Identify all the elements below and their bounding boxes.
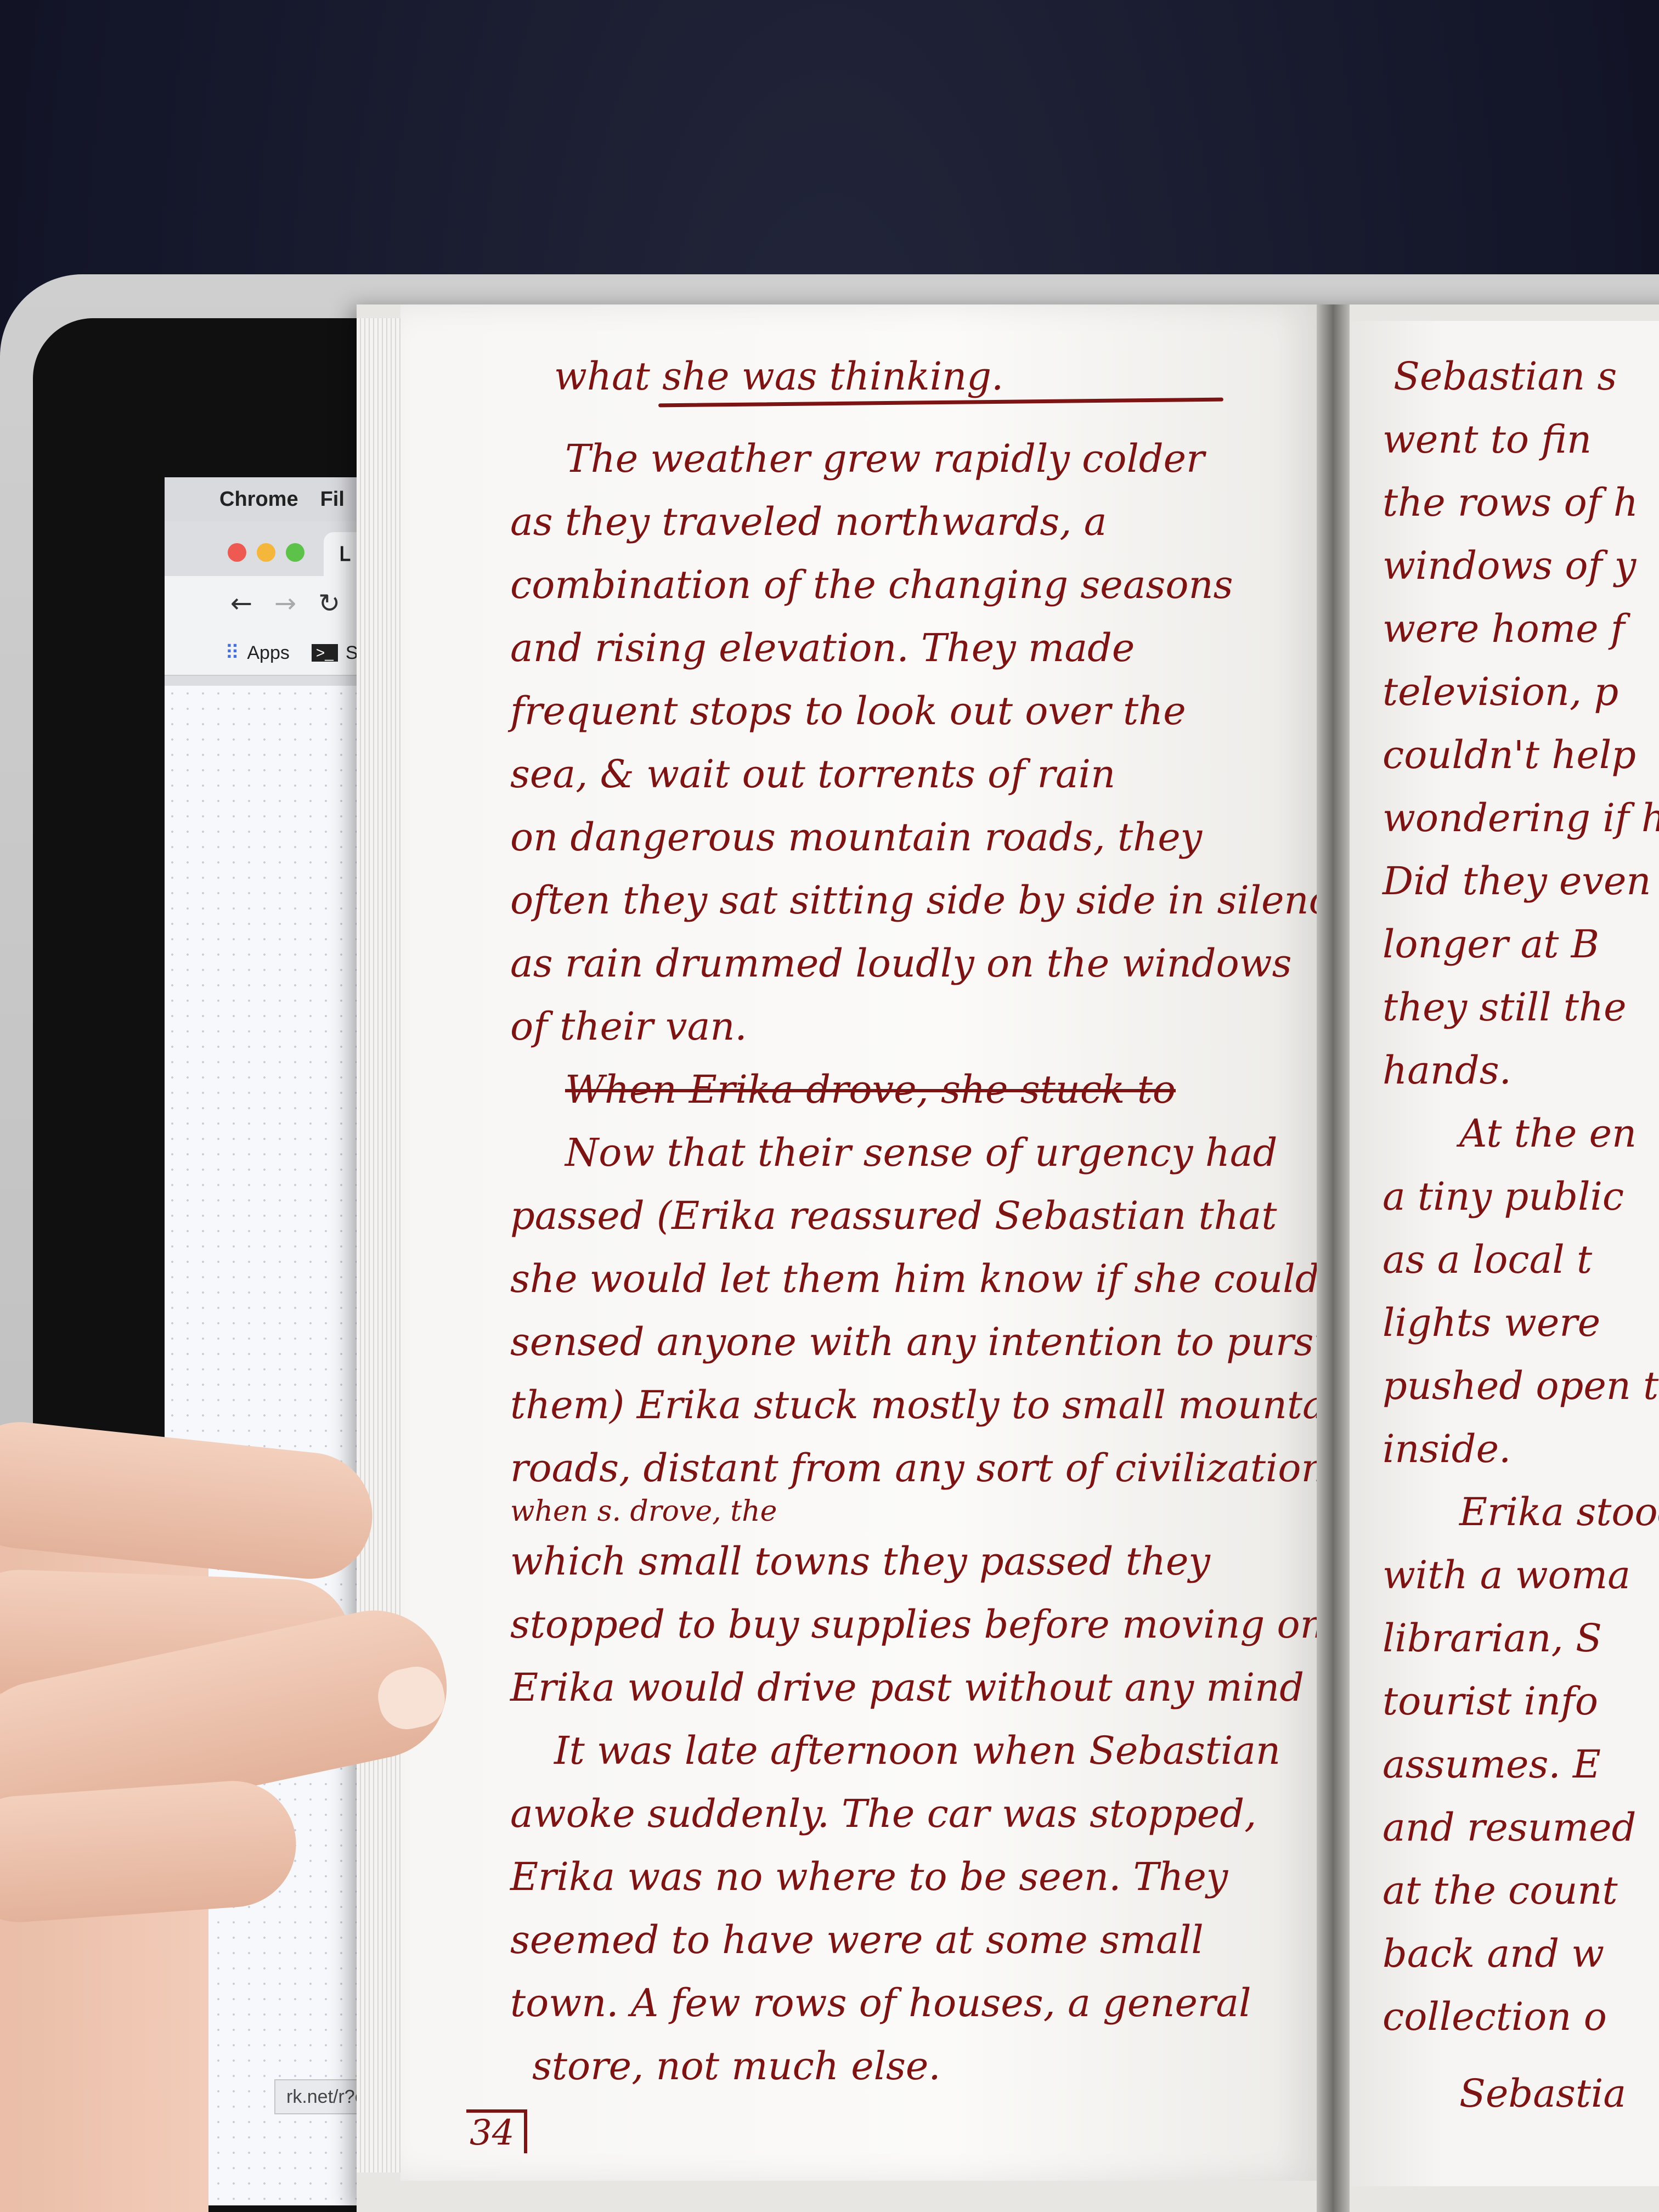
handwritten-line: seemed to have were at some small [510, 1917, 1204, 1962]
menu-file[interactable]: Fil [320, 488, 345, 511]
handwritten-line: television, p [1383, 669, 1619, 714]
handwritten-line-crossed-out: When Erika drove, she stuck to [565, 1067, 1176, 1112]
handwritten-line: were home f [1383, 606, 1625, 651]
handwritten-line: tourist info [1383, 1679, 1599, 1724]
notebook: what she was thinking. The weather grew … [357, 304, 1659, 2212]
handwritten-line: sea, & wait out torrents of rain [510, 752, 1116, 797]
close-window-icon[interactable] [228, 543, 246, 562]
handwritten-line: sensed anyone with any intention to purs… [510, 1319, 1361, 1364]
zoom-window-icon[interactable] [286, 543, 304, 562]
handwritten-line: longer at B [1383, 922, 1600, 967]
handwritten-line: often they sat sitting side by side in s… [510, 878, 1353, 923]
handwritten-line: at the count [1383, 1868, 1618, 1913]
handwritten-line: frequent stops to look out over the [510, 689, 1186, 733]
back-arrow-icon[interactable]: ← [219, 588, 263, 619]
handwritten-line: a tiny public [1383, 1174, 1624, 1219]
minimize-window-icon[interactable] [257, 543, 275, 562]
handwritten-line: they still the [1383, 985, 1627, 1030]
handwritten-line: went to fin [1383, 417, 1592, 462]
handwritten-line: wondering if h [1383, 795, 1659, 840]
handwritten-line: collection o [1383, 1994, 1607, 2039]
left-notebook-page: what she was thinking. The weather grew … [400, 304, 1362, 2181]
handwritten-line: on dangerous mountain roads, they [510, 815, 1203, 860]
handwritten-line: stopped to buy supplies before moving on… [510, 1602, 1338, 1647]
apps-grid-icon: ⠿ [225, 641, 240, 664]
handwritten-line: Sebastia [1459, 2071, 1627, 2116]
handwritten-line: It was late afternoon when Sebastian [554, 1728, 1281, 1773]
handwritten-line: combination of the changing seasons [510, 562, 1233, 607]
handwritten-line: At the en [1459, 1111, 1637, 1156]
terminal-icon: >_ [311, 644, 338, 662]
handwritten-line: hands. [1383, 1048, 1511, 1093]
page-stack-edge [357, 318, 406, 2172]
handwritten-line: of their van. [510, 1004, 747, 1049]
handwritten-line: as rain drummed loudly on the windows [510, 941, 1292, 986]
bookmark-apps-label: Apps [247, 642, 290, 663]
forward-arrow-icon[interactable]: → [263, 588, 307, 619]
reload-icon[interactable]: ↻ [307, 588, 351, 619]
handwritten-line: town. A few rows of houses, a general [510, 1980, 1251, 2025]
page-number: 34 [466, 2109, 528, 2153]
handwritten-line: passed (Erika reassured Sebastian that [510, 1193, 1277, 1238]
handwritten-line: them) Erika stuck mostly to small mounta… [510, 1383, 1363, 1427]
handwritten-line: awoke suddenly. The car was stopped, [510, 1791, 1257, 1836]
handwritten-line: pushed open t [1383, 1363, 1659, 1408]
handwritten-line: librarian, S [1383, 1616, 1602, 1661]
handwritten-line: Erika would drive past without any mind [510, 1665, 1305, 1710]
handwritten-line: Did they even [1383, 859, 1651, 904]
right-notebook-page: Sebastian s went to fin the rows of h wi… [1350, 321, 1659, 2186]
handwritten-line: Erika was no where to be seen. They [510, 1854, 1228, 1899]
ink-underline [658, 397, 1224, 408]
handwritten-line: back and w [1383, 1931, 1605, 1976]
handwritten-line: lights were [1383, 1300, 1601, 1345]
handwritten-line: inside. [1383, 1426, 1511, 1471]
handwritten-line: The weather grew rapidly colder [565, 436, 1205, 481]
handwritten-line: store, not much else. [532, 2044, 941, 2089]
handwritten-line: Now that their sense of urgency had [565, 1130, 1278, 1175]
handwritten-line: with a woma [1383, 1553, 1630, 1598]
handwritten-line: assumes. E [1383, 1742, 1601, 1787]
handwritten-line: couldn't help [1383, 732, 1637, 777]
handwritten-line: Sebastian s [1393, 354, 1617, 399]
handwritten-line: roads, distant from any sort of civiliza… [510, 1446, 1326, 1491]
bookmark-apps[interactable]: ⠿ Apps [225, 641, 290, 664]
handwritten-line: what she was thinking. [554, 354, 1004, 399]
handwritten-line: windows of y [1383, 543, 1637, 588]
handwritten-line: the rows of h [1383, 480, 1638, 525]
handwritten-line: and rising elevation. They made [510, 625, 1135, 670]
notebook-gutter [1317, 304, 1350, 2212]
handwritten-line: which small towns they passed they [510, 1539, 1210, 1584]
handwritten-line: as they traveled northwards, a [510, 499, 1107, 544]
handwritten-line: and resumed [1383, 1805, 1637, 1850]
menu-app-name[interactable]: Chrome [219, 488, 298, 511]
handwritten-line: she would let them him know if she could [510, 1256, 1320, 1301]
handwritten-line: Erika stood [1459, 1489, 1659, 1534]
handwritten-line: when s. drove, the [510, 1495, 777, 1528]
handwritten-line: as a local t [1383, 1237, 1593, 1282]
tab-favicon-icon: ᒪ [339, 543, 351, 565]
